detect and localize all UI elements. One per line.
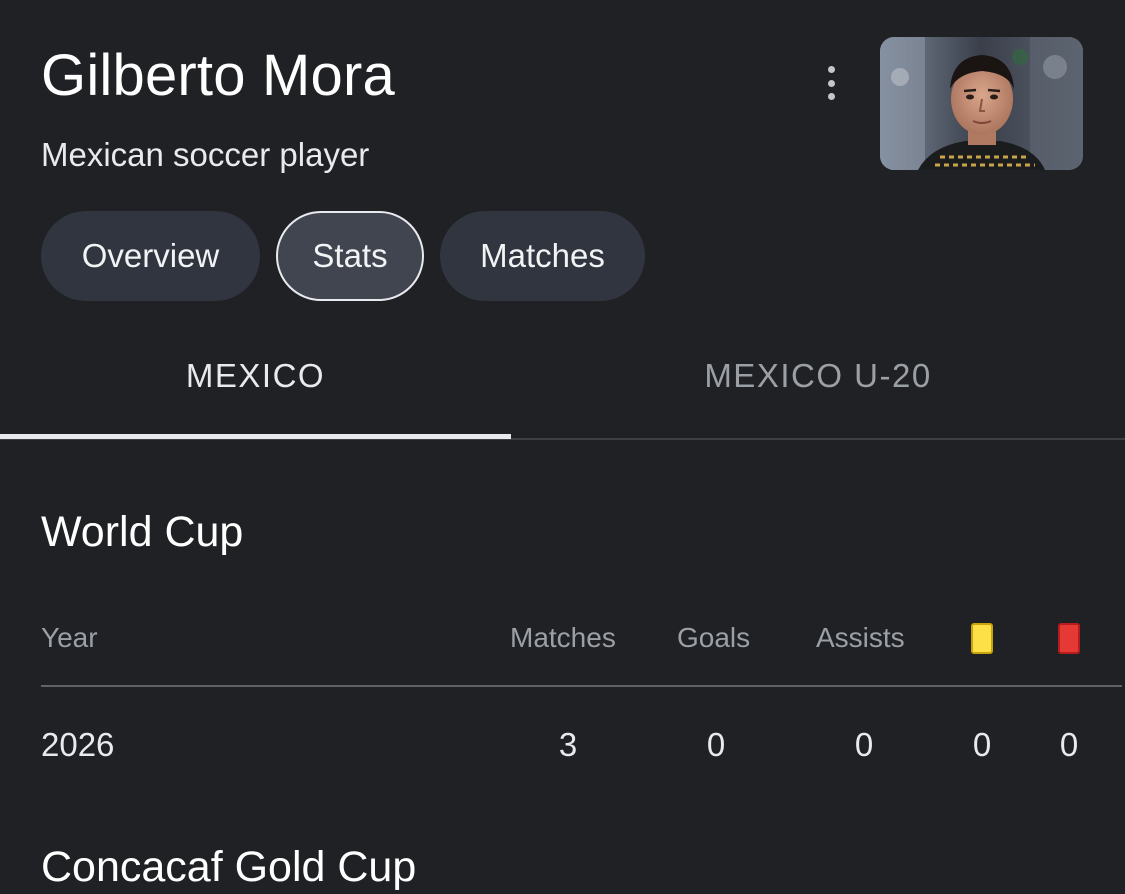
- cell-year: 2026: [41, 726, 115, 763]
- player-name: Gilberto Mora: [41, 43, 395, 108]
- column-header-matches: Matches: [510, 622, 616, 653]
- chip-matches[interactable]: Matches: [440, 211, 645, 301]
- chip-overview[interactable]: Overview: [41, 211, 260, 301]
- section-title-world-cup: World Cup: [41, 508, 244, 556]
- cell-assists: 0: [854, 726, 874, 763]
- column-header-year: Year: [41, 622, 98, 653]
- chip-stats[interactable]: Stats: [276, 211, 424, 301]
- player-description: Mexican soccer player: [41, 136, 370, 173]
- cell-yellow-cards: 0: [972, 726, 992, 763]
- active-tab-indicator: [0, 434, 511, 439]
- more-dot: [827, 93, 835, 100]
- cell-goals: 0: [706, 726, 726, 763]
- section-title-gold-cup: Concacaf Gold Cup: [41, 843, 417, 891]
- table-header-divider: [41, 685, 1122, 687]
- tab-mexico-u20[interactable]: MEXICO U-20: [511, 338, 1125, 414]
- red-card-icon: [1058, 623, 1080, 654]
- more-dot: [827, 66, 835, 73]
- more-options-icon[interactable]: [815, 62, 847, 104]
- column-header-assists: Assists: [816, 622, 905, 653]
- yellow-card-icon: [971, 623, 993, 654]
- column-header-goals: Goals: [677, 622, 751, 653]
- tab-mexico[interactable]: MEXICO: [0, 338, 511, 414]
- cell-red-cards: 0: [1059, 726, 1079, 763]
- more-dot: [827, 79, 835, 87]
- cell-matches: 3: [558, 726, 578, 763]
- player-photo[interactable]: [880, 37, 1083, 170]
